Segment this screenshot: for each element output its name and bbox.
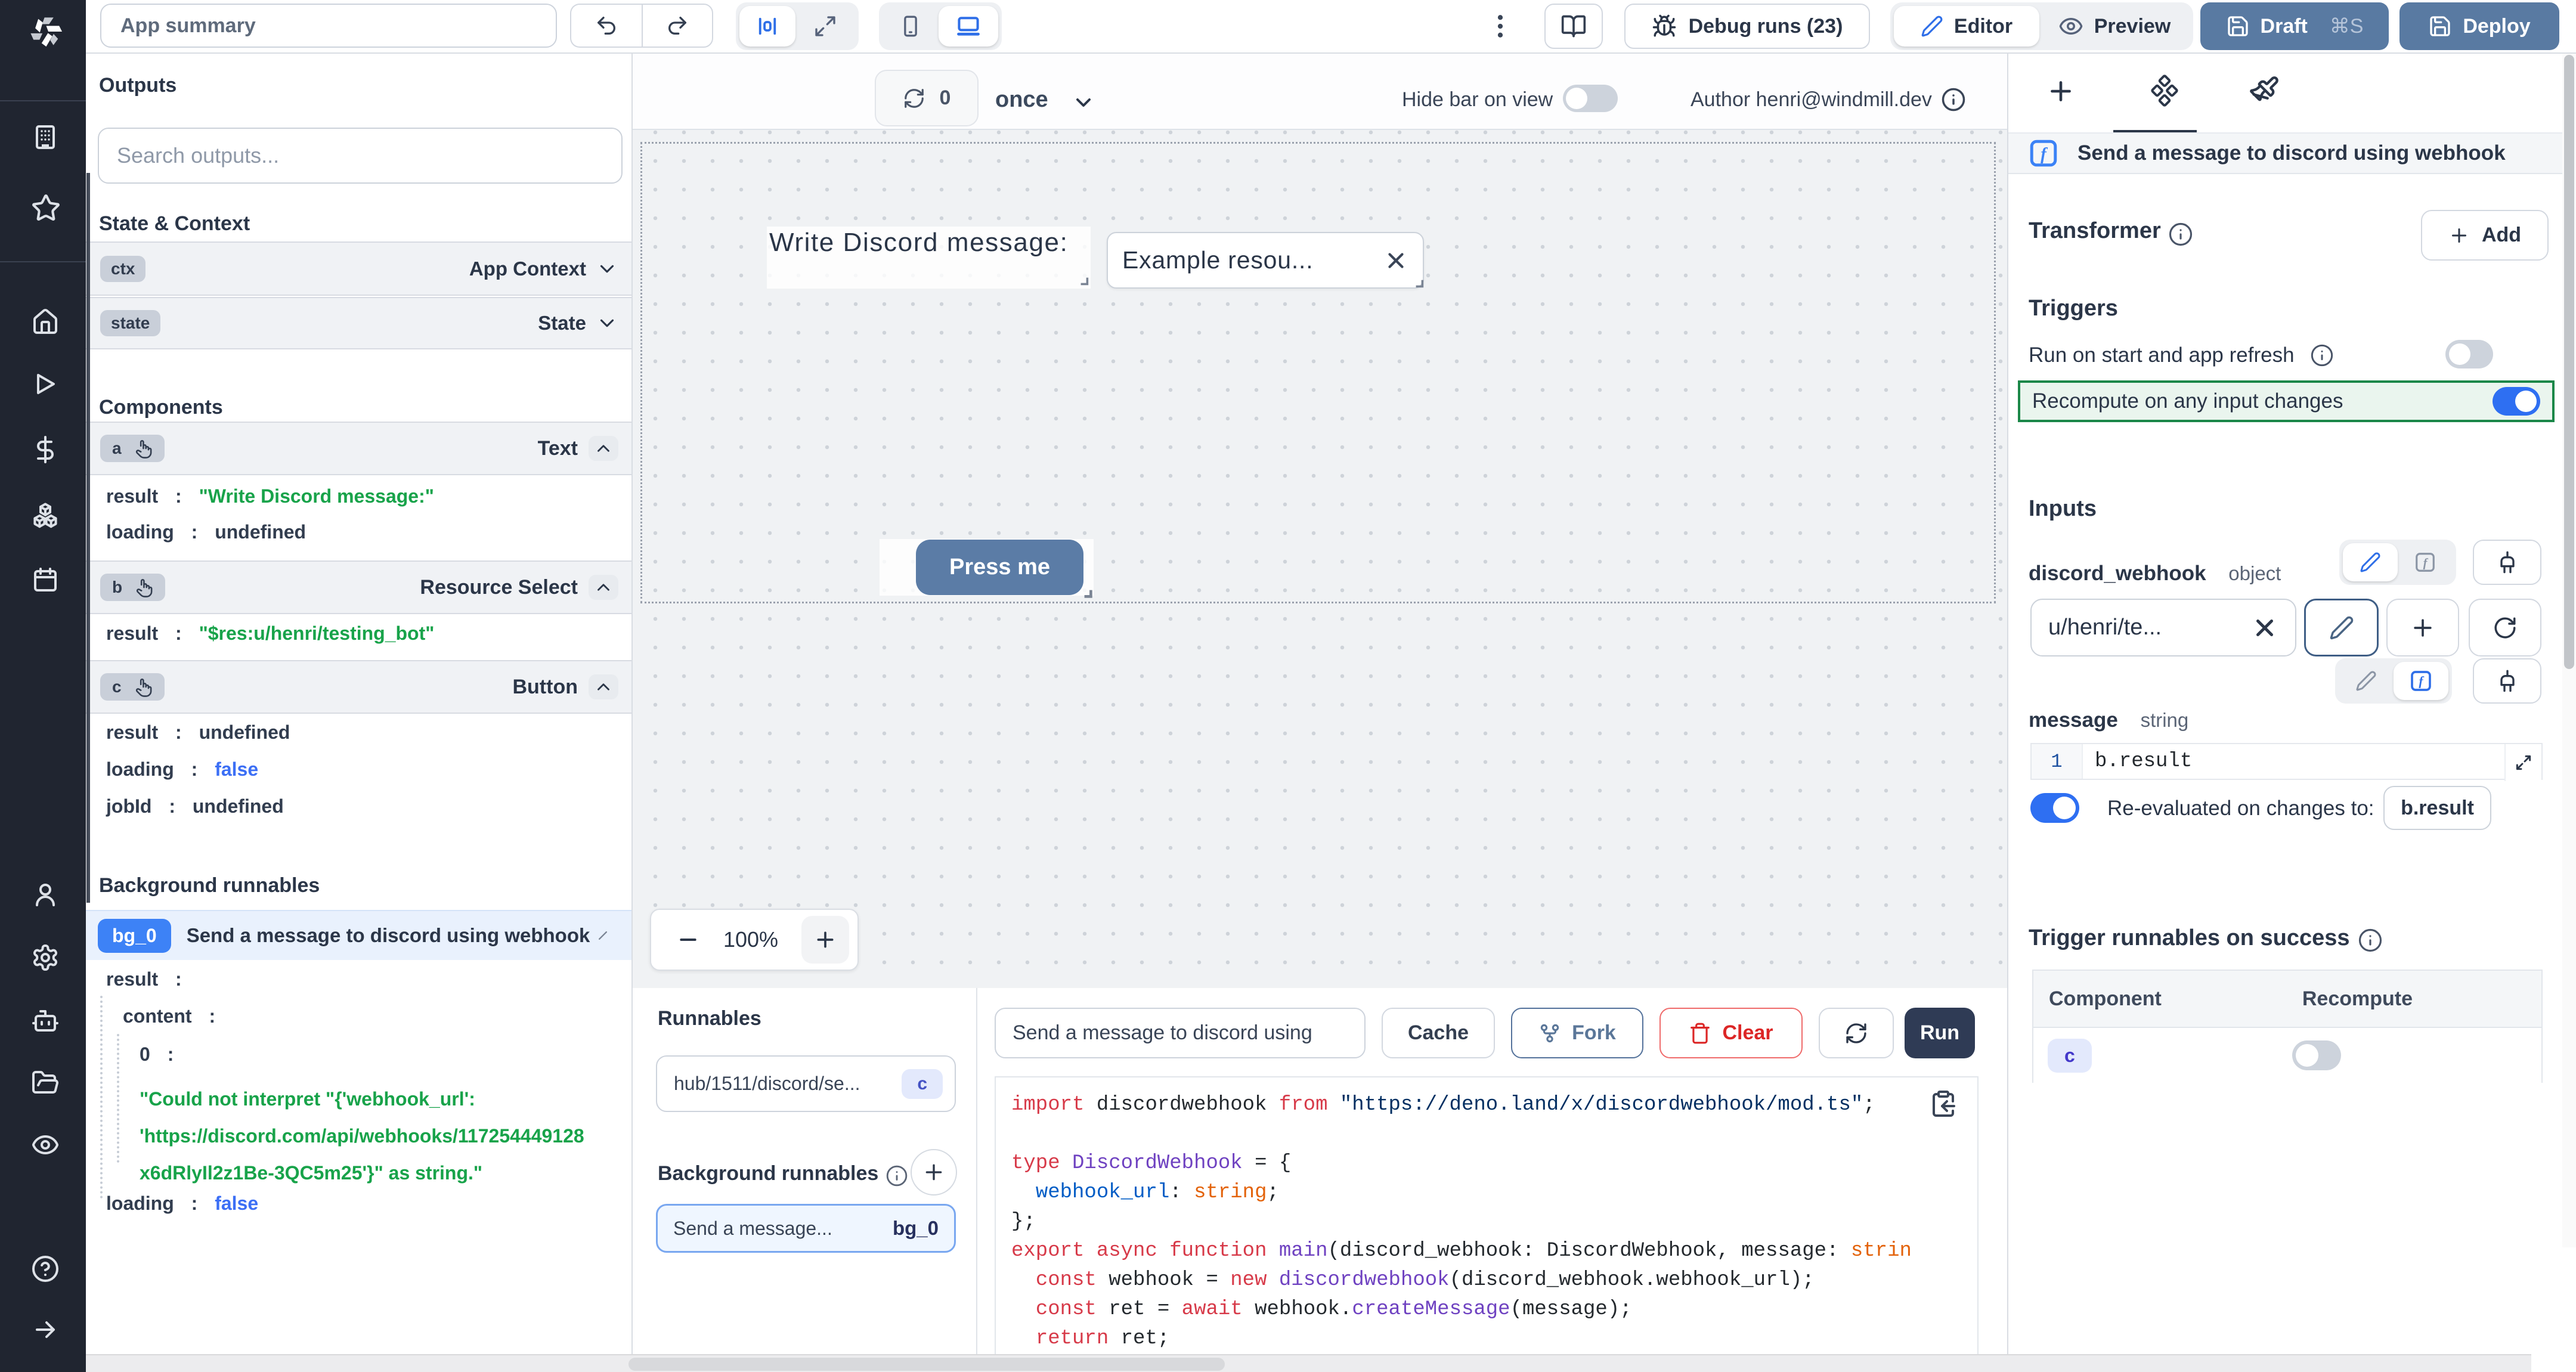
svg-text:f: f	[2041, 144, 2048, 163]
svg-text:f: f	[2419, 674, 2425, 689]
svg-text:f: f	[2423, 556, 2429, 569]
